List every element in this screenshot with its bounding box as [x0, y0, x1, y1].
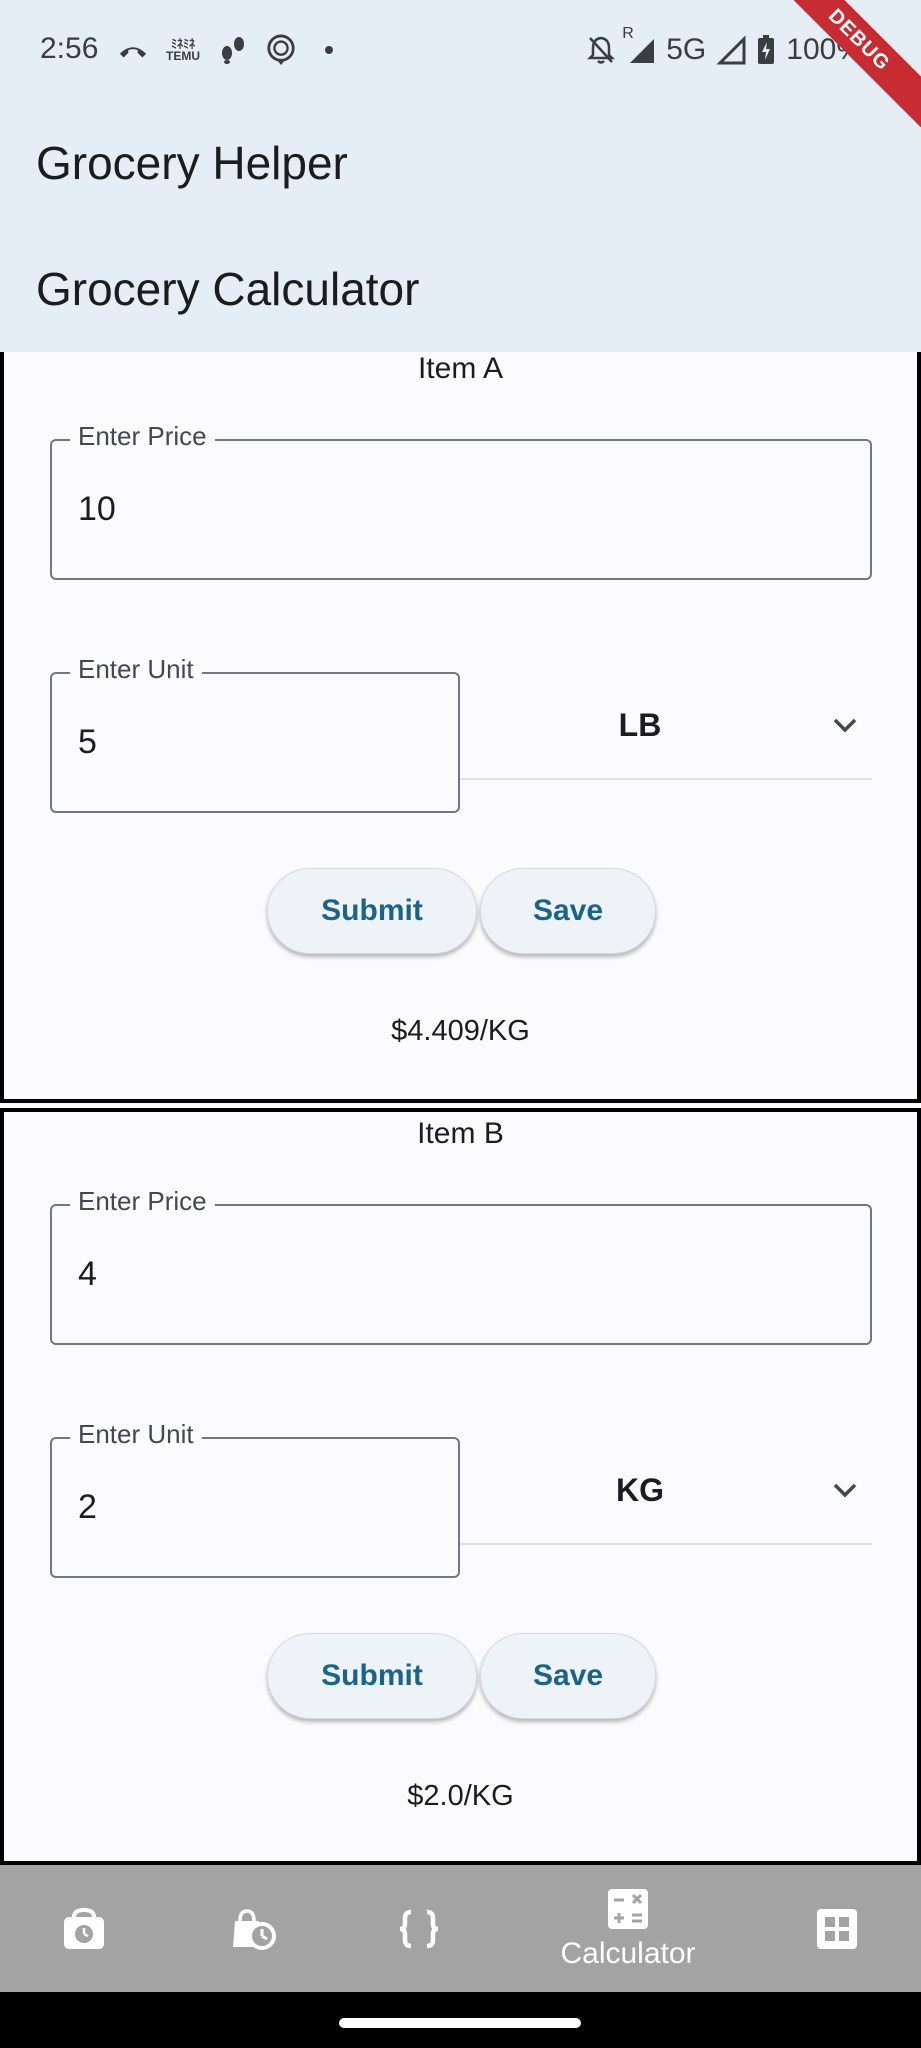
item-title: Item B [417, 1117, 504, 1150]
nav-item-scale[interactable] [14, 1865, 154, 1992]
price-input-value: 10 [78, 490, 116, 528]
unit-input-value: 2 [78, 1488, 97, 1526]
status-bar: 2:56 ﾐﾈﾐﾈ TEMU R 5G 100% [0, 0, 921, 100]
item-card-b: Item B Enter Price 4 Enter Unit 2 KG Sub… [0, 1108, 921, 1865]
unit-input[interactable]: Enter Unit 2 [50, 1419, 460, 1578]
app-title: Grocery Helper [36, 137, 348, 189]
save-button[interactable]: Save [480, 1633, 656, 1719]
submit-button[interactable]: Submit [267, 1633, 477, 1719]
signal-icon [716, 35, 746, 65]
nav-label-calculator: Calculator [560, 1936, 696, 1970]
calculator-icon [606, 1887, 650, 1931]
missed-call-icon [118, 35, 148, 65]
unit-type-dropdown[interactable]: KG [460, 1437, 872, 1545]
price-input[interactable]: Enter Price 4 [50, 1186, 872, 1345]
unit-input[interactable]: Enter Unit 5 [50, 654, 460, 813]
temu-icon-text-bottom: TEMU [166, 49, 200, 63]
nav-item-data[interactable] [349, 1865, 489, 1992]
item-card-a: Item A Enter Price 10 Enter Unit 5 LB Su… [0, 352, 921, 1103]
page-title: Grocery Calculator [36, 263, 420, 315]
nav-item-grid[interactable] [767, 1865, 907, 1992]
status-time: 2:56 [40, 32, 99, 65]
roaming-indicator: R [622, 25, 634, 42]
price-per-unit-result: $4.409/KG [391, 1015, 530, 1047]
chevron-down-icon [830, 1475, 860, 1505]
unit-type-value: LB [618, 706, 662, 743]
signal-roaming-icon: R [622, 25, 656, 65]
home-indicator[interactable] [339, 2018, 581, 2028]
price-input[interactable]: Enter Price 10 [50, 421, 872, 580]
data-object-icon [397, 1907, 441, 1951]
save-button[interactable]: Save [480, 868, 656, 954]
nav-item-history[interactable] [181, 1865, 321, 1992]
unit-input-value: 5 [78, 723, 97, 761]
status-notification-icons: ﾐﾈﾐﾈ TEMU [118, 30, 344, 70]
price-per-unit-result: $2.0/KG [407, 1780, 514, 1812]
notifications-off-icon [586, 35, 616, 65]
unit-type-value: KG [616, 1471, 664, 1508]
dot-icon [314, 35, 344, 65]
battery-charging-icon [756, 35, 776, 65]
status-system-icons: R 5G 100% [586, 25, 863, 70]
unit-type-dropdown[interactable]: LB [460, 672, 872, 780]
price-input-value: 4 [78, 1255, 97, 1293]
footsteps-icon [218, 35, 248, 65]
item-title: Item A [417, 352, 504, 385]
weight-scale-icon [62, 1907, 106, 1951]
nav-item-calculator[interactable]: Calculator [558, 1865, 698, 1992]
bottom-navigation-bar: Calculator [0, 1865, 921, 1992]
network-type: 5G [666, 33, 707, 66]
grid-view-icon [815, 1907, 859, 1951]
submit-button[interactable]: Submit [267, 868, 477, 954]
chevron-down-icon [830, 710, 860, 740]
app-bar: 2:56 ﾐﾈﾐﾈ TEMU R 5G 100% DEBUG Grocery H… [0, 0, 921, 352]
assistant-icon [266, 34, 296, 65]
shopping-bag-clock-icon [229, 1907, 276, 1951]
temu-icon: ﾐﾈﾐﾈ TEMU [166, 35, 200, 65]
